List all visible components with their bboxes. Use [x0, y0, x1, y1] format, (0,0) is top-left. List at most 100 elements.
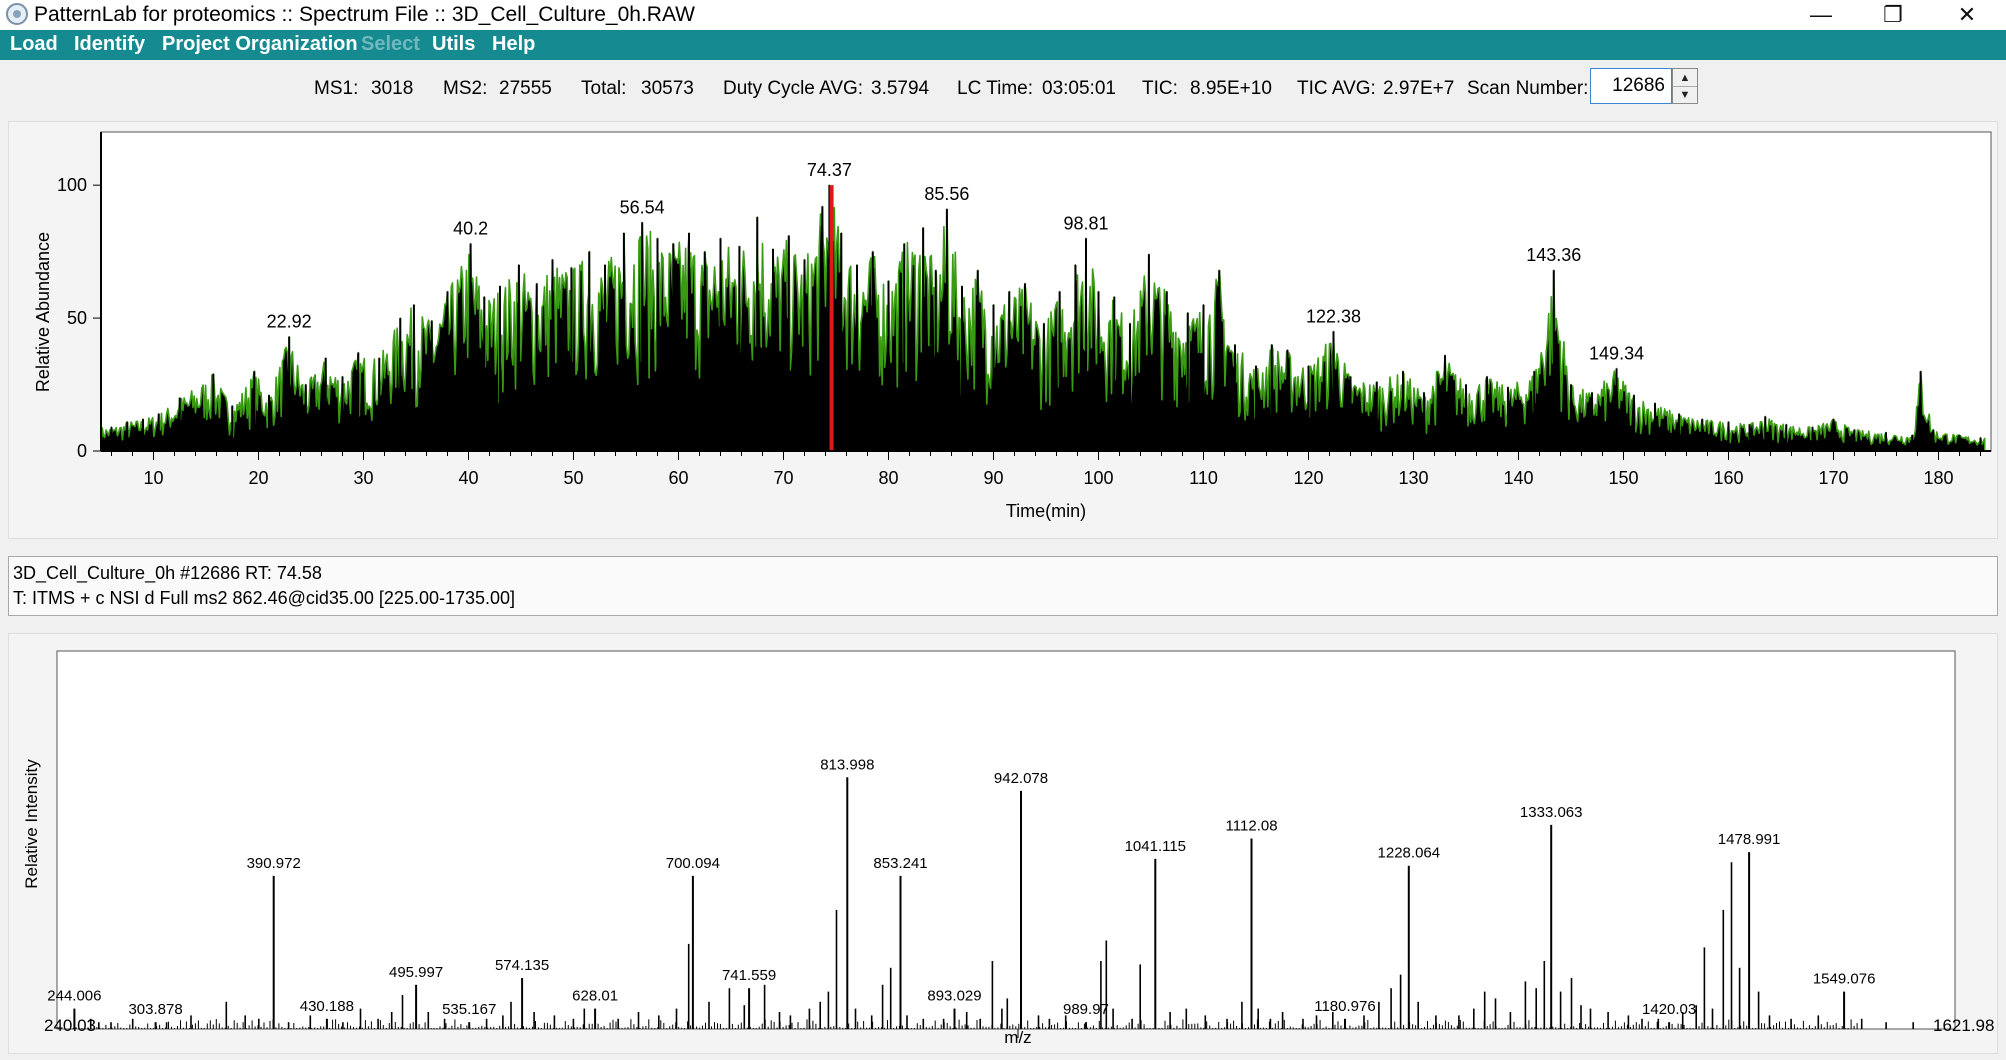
spectrum-y-label: Relative Intensity: [22, 759, 41, 889]
peak-label: 22.92: [267, 312, 312, 332]
x-tick-label: 20: [248, 468, 268, 488]
ms1-value: 3018: [371, 78, 414, 99]
scan-number-spinner[interactable]: ▲ ▼: [1672, 68, 1698, 104]
peak-label: 122.38: [1306, 306, 1361, 326]
x-tick-label: 180: [1923, 468, 1953, 488]
peak-label: 149.34: [1589, 344, 1644, 364]
spectrum-peak-label: 244.006: [47, 988, 101, 1005]
spectrum-chart[interactable]: 244.006 303.878 390.972 430.188 495.997 535.1…: [9, 634, 1999, 1055]
y-tick-label: 0: [77, 441, 87, 461]
menu-help[interactable]: Help: [492, 33, 535, 56]
x-tick-label: 60: [668, 468, 688, 488]
title-bar: PatternLab for proteomics :: Spectrum Fi…: [0, 0, 2006, 30]
spectrum-peak-label: 535.167: [442, 1001, 496, 1018]
x-tick-label: 10: [143, 468, 163, 488]
x-tick-label: 170: [1818, 468, 1848, 488]
y-tick-label: 50: [67, 308, 87, 328]
chromatogram-panel[interactable]: 10 20 30 40 50 60 70 80 90 100 110 120 130 140 150 160 1…: [8, 121, 1998, 539]
tic-avg-value: 2.97E+7: [1383, 78, 1455, 99]
peak-label: 85.56: [924, 184, 969, 204]
chromatogram-x-label: Time(min): [1006, 501, 1086, 521]
x-tick-label: 80: [878, 468, 898, 488]
spectrum-peak-label: 628.01: [572, 988, 618, 1005]
spectrum-peak-label: 303.878: [128, 1001, 182, 1018]
spectrum-peak-label: 1041.115: [1125, 838, 1186, 855]
menu-utils[interactable]: Utils: [432, 33, 475, 56]
chromatogram-y-ticks: 0 50 100: [57, 175, 101, 461]
stats-bar: MS1: 3018 MS2: 27555 Total: 30573 Duty C…: [0, 60, 2006, 115]
x-tick-label: 90: [983, 468, 1003, 488]
spectrum-peak-label: 1333.063: [1520, 804, 1583, 821]
menu-bar: Load Identify Project Organization Selec…: [0, 30, 2006, 60]
lc-time-value: 03:05:01: [1042, 78, 1116, 99]
x-tick-label: 30: [353, 468, 373, 488]
ms2-label: MS2:: [443, 78, 488, 99]
spectrum-peak-label: 853.241: [873, 855, 927, 872]
x-tick-label: 100: [1083, 468, 1113, 488]
peak-label: 143.36: [1526, 245, 1581, 265]
spectrum-peak-label: 1180.976: [1314, 998, 1375, 1015]
peak-label: 74.37: [807, 160, 852, 180]
x-tick-label: 160: [1713, 468, 1743, 488]
peak-label: 40.2: [453, 219, 488, 239]
total-label: Total:: [581, 78, 627, 99]
spectrum-xmin-label: 240.03: [44, 1016, 96, 1035]
restore-button[interactable]: ❐: [1864, 0, 1922, 30]
spectrum-panel[interactable]: 244.006 303.878 390.972 430.188 495.997 535.1…: [8, 633, 1998, 1054]
ms2-value: 27555: [499, 78, 552, 99]
spectrum-x-label: m/z: [1004, 1028, 1031, 1047]
spectrum-peak-label: 1420.03: [1642, 1001, 1696, 1018]
app-logo-icon: [6, 3, 28, 25]
spin-up-icon[interactable]: ▲: [1673, 69, 1697, 87]
tic-avg-label: TIC AVG:: [1297, 78, 1376, 99]
minimize-button[interactable]: —: [1792, 0, 1850, 30]
x-tick-label: 70: [773, 468, 793, 488]
x-tick-label: 130: [1398, 468, 1428, 488]
spectrum-peak-label: 574.135: [495, 957, 549, 974]
duty-cycle-value: 3.5794: [871, 78, 930, 99]
spectrum-plot-area: [56, 650, 1956, 1030]
scan-number-label: Scan Number:: [1467, 78, 1589, 99]
spectrum-peak-label: 813.998: [820, 756, 874, 773]
scan-info-line1: 3D_Cell_Culture_0h #12686 RT: 74.58: [13, 563, 322, 583]
spectrum-peak-label: 495.997: [389, 964, 443, 981]
spectrum-peak-label: 1478.991: [1718, 831, 1781, 848]
tic-label: TIC:: [1142, 78, 1178, 99]
scan-info-panel: 3D_Cell_Culture_0h #12686 RT: 74.58 T: I…: [8, 556, 1998, 616]
tic-value: 8.95E+10: [1190, 78, 1272, 99]
spin-down-icon[interactable]: ▼: [1673, 86, 1697, 103]
duty-cycle-label: Duty Cycle AVG:: [723, 78, 864, 99]
y-tick-label: 100: [57, 175, 87, 195]
x-tick-label: 120: [1293, 468, 1323, 488]
spectrum-peak-label: 893.029: [927, 988, 981, 1005]
spectrum-xmax-label: 1621.98: [1933, 1016, 1994, 1035]
window-title: PatternLab for proteomics :: Spectrum Fi…: [34, 3, 695, 26]
menu-identify[interactable]: Identify: [74, 33, 145, 56]
menu-load[interactable]: Load: [10, 33, 58, 56]
x-tick-label: 50: [563, 468, 583, 488]
chromatogram-y-label: Relative Abundance: [33, 232, 53, 392]
spectrum-peak-label: 430.188: [300, 998, 354, 1015]
ms1-label: MS1:: [314, 78, 359, 99]
x-tick-label: 140: [1503, 468, 1533, 488]
peak-label: 98.81: [1063, 213, 1108, 233]
close-button[interactable]: ✕: [1938, 0, 1996, 30]
peak-label: 56.54: [620, 197, 665, 217]
x-tick-label: 150: [1608, 468, 1638, 488]
lc-time-label: LC Time:: [957, 78, 1034, 99]
spectrum-peak-label: 1228.064: [1378, 845, 1441, 862]
menu-project-organization[interactable]: Project Organization: [162, 33, 358, 56]
total-value: 30573: [641, 78, 694, 99]
spectrum-peak-label: 700.094: [666, 855, 720, 872]
spectrum-peak-label: 1549.076: [1813, 971, 1876, 988]
scan-info-line2: T: ITMS + c NSI d Full ms2 862.46@cid35.…: [13, 588, 516, 608]
spectrum-peak-label: 989.97: [1063, 1001, 1109, 1018]
x-tick-label: 110: [1189, 468, 1218, 488]
spectrum-peak-label: 942.078: [994, 770, 1048, 787]
chromatogram-chart[interactable]: 10 20 30 40 50 60 70 80 90 100 110 120 130 140 150 160 1…: [9, 122, 1999, 540]
spectrum-peak-label: 741.559: [722, 967, 776, 984]
x-tick-label: 40: [458, 468, 478, 488]
scan-number-input[interactable]: [1590, 68, 1672, 104]
spectrum-peak-label: 390.972: [247, 855, 301, 872]
menu-select: Select: [361, 33, 420, 55]
